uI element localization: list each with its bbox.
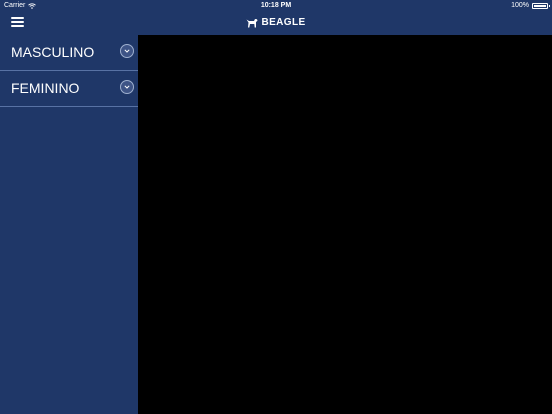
- navigation-bar: BEAGLE: [0, 12, 552, 35]
- battery-icon: [532, 2, 550, 9]
- chevron-down-icon: [124, 85, 130, 89]
- battery-fill: [534, 4, 546, 7]
- brand-name: BEAGLE: [261, 17, 306, 28]
- status-time: 10:18 PM: [260, 2, 292, 9]
- content-area: [138, 35, 552, 414]
- status-bar: Carrier 10:18 PM 100%: [0, 0, 552, 12]
- expand-button[interactable]: [120, 44, 134, 58]
- sidebar-item-masculino[interactable]: MASCULINO: [0, 35, 138, 71]
- sidebar-item-label: FEMININO: [11, 80, 80, 96]
- battery-status: 100%: [511, 2, 550, 9]
- sidebar-item-label: MASCULINO: [11, 44, 95, 60]
- chevron-down-icon: [124, 49, 130, 53]
- sidebar: MASCULINO FEMININO: [0, 35, 138, 414]
- beagle-dog-icon: [246, 18, 258, 27]
- sidebar-item-feminino[interactable]: FEMININO: [0, 71, 138, 107]
- brand-logo: BEAGLE: [0, 17, 552, 28]
- battery-percent: 100%: [511, 2, 529, 9]
- expand-button[interactable]: [120, 80, 134, 94]
